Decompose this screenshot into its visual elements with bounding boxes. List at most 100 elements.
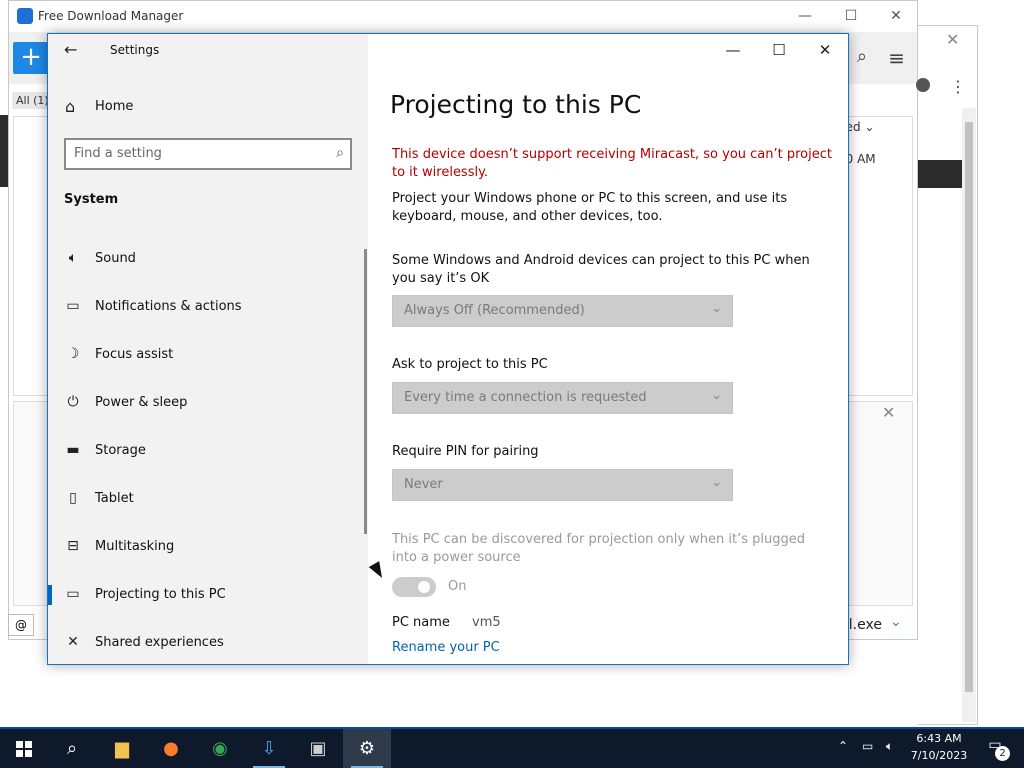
shared-experiences-icon: ✕ [67, 634, 79, 650]
background-close-icon[interactable]: ✕ [946, 30, 959, 49]
background-dark-strip [0, 115, 8, 187]
dropdown-value: Every time a connection is requested [404, 390, 647, 405]
fdm-titlebar[interactable]: Free Download Manager — ☐ ✕ [9, 1, 917, 32]
sidebar-item-label: Focus assist [95, 347, 174, 362]
fdm-search-icon[interactable]: ⌕ [857, 46, 867, 67]
chrome-icon[interactable]: ◉ [196, 729, 244, 768]
notification-count-badge: 2 [995, 746, 1010, 761]
sidebar-item-label: Projecting to this PC [95, 587, 226, 602]
clock-time[interactable]: 6:43 AM [900, 732, 978, 745]
search-input[interactable] [74, 146, 324, 161]
settings-content: — ☐ ✕ Projecting to this PC This device … [368, 34, 848, 664]
maximize-icon[interactable]: ☐ [764, 40, 794, 60]
speaker-icon: 🔈︎ [68, 250, 78, 266]
package-icon[interactable]: ▣ [294, 729, 342, 768]
fdm-menu-icon[interactable]: ≡ [888, 46, 905, 70]
search-taskbar-icon[interactable]: ⌕ [48, 729, 96, 768]
plugged-in-toggle[interactable] [392, 577, 436, 597]
notification-icon: ▭ [66, 298, 80, 314]
chevron-down-icon: ⌄ [711, 301, 722, 316]
free-download-manager-icon[interactable]: ⇩ [245, 729, 293, 768]
miracast-error-text: This device doesn’t support receiving Mi… [392, 147, 832, 180]
require-pin-dropdown[interactable]: Never ⌄ [392, 469, 733, 501]
fdm-title: Free Download Manager [38, 9, 184, 23]
dropdown-value: Always Off (Recommended) [404, 303, 585, 318]
fdm-maximize-icon[interactable]: ☐ [828, 5, 874, 27]
description-text: Project your Windows phone or PC to this… [392, 191, 788, 224]
search-icon[interactable]: ⌕ [336, 145, 344, 161]
sidebar-item-projecting[interactable]: ▭ Projecting to this PC [48, 573, 368, 617]
pc-name-label: PC name [392, 615, 450, 630]
more-options-icon[interactable]: ⋮ [950, 77, 966, 96]
back-arrow-icon[interactable]: ← [64, 40, 77, 59]
sidebar-item-home[interactable]: ⌂ Home [48, 90, 368, 124]
sidebar-item-label: Notifications & actions [95, 299, 242, 314]
sidebar-item-tablet[interactable]: ▯ Tablet [48, 477, 368, 521]
ask-to-project-dropdown[interactable]: Every time a connection is requested ⌄ [392, 382, 733, 414]
fdm-bottom-close-icon[interactable]: ✕ [882, 403, 895, 422]
avatar-icon[interactable] [916, 78, 930, 92]
home-icon: ⌂ [65, 97, 76, 116]
sidebar-scrollbar[interactable] [364, 249, 367, 534]
chevron-down-icon: ⌄ [711, 388, 722, 403]
sidebar-item-label: Power & sleep [95, 395, 188, 410]
file-explorer-icon[interactable]: ▆ [98, 729, 146, 768]
ask-to-project-label: Ask to project to this PC [392, 357, 548, 372]
toggle-knob [418, 581, 430, 593]
chevron-down-icon: ⌄ [711, 475, 722, 490]
fdm-add-download-button[interactable]: + [13, 42, 49, 74]
project-permission-label: Some Windows and Android devices can pro… [392, 253, 810, 286]
require-pin-label: Require PIN for pairing [392, 444, 539, 459]
projecting-icon: ▭ [66, 586, 80, 602]
plugged-in-text: This PC can be discovered for projection… [392, 532, 806, 565]
fdm-app-icon [17, 8, 33, 24]
moon-icon: ☽ [66, 346, 80, 362]
close-icon[interactable]: ✕ [810, 40, 840, 60]
minimize-icon[interactable]: — [718, 40, 748, 60]
sidebar-item-focus-assist[interactable]: ☽ Focus assist [48, 333, 368, 377]
sidebar-item-power-sleep[interactable]: ⏻ Power & sleep [48, 381, 368, 425]
background-dark-strip [918, 160, 962, 188]
start-button[interactable] [0, 729, 48, 768]
windows-logo-icon [16, 741, 32, 757]
tray-overflow-icon[interactable]: ⌃ [838, 739, 848, 753]
sidebar-item-shared-experiences[interactable]: ✕ Shared experiences [48, 621, 368, 665]
rename-pc-link[interactable]: Rename your PC [392, 640, 500, 655]
tablet-icon: ▯ [69, 490, 77, 506]
volume-muted-icon[interactable]: 🔈︎ [886, 739, 893, 754]
project-permission-dropdown[interactable]: Always Off (Recommended) ⌄ [392, 295, 733, 327]
sidebar-item-label: Sound [95, 251, 136, 266]
settings-window: ← Settings ⌂ Home ⌕ System 🔈︎ Sound ▭ No… [47, 33, 849, 665]
section-heading-system: System [64, 192, 119, 207]
fdm-close-icon[interactable]: ✕ [873, 5, 919, 27]
clock-date[interactable]: 7/10/2023 [900, 749, 978, 762]
settings-sidebar: ← Settings ⌂ Home ⌕ System 🔈︎ Sound ▭ No… [48, 34, 368, 664]
page-title: Projecting to this PC [390, 90, 642, 119]
dropdown-value: Never [404, 477, 443, 492]
background-scrollbar-thumb[interactable] [965, 122, 973, 692]
network-icon[interactable]: ▭ [862, 739, 873, 753]
sidebar-item-notifications[interactable]: ▭ Notifications & actions [48, 285, 368, 329]
firefox-icon[interactable]: ● [147, 729, 195, 768]
fdm-minimize-icon[interactable]: — [782, 5, 828, 27]
power-icon: ⏻ [67, 394, 79, 410]
sidebar-item-label: Home [95, 99, 134, 114]
fdm-status-chevron-icon[interactable]: ⌄ [890, 614, 902, 630]
settings-gear-icon[interactable]: ⚙ [343, 729, 391, 768]
pc-name-value: vm5 [472, 615, 501, 630]
sidebar-item-storage[interactable]: ▬ Storage [48, 429, 368, 473]
sidebar-item-label: Tablet [95, 491, 134, 506]
multitasking-icon: ⊟ [67, 538, 79, 554]
sidebar-item-multitasking[interactable]: ⊟ Multitasking [48, 525, 368, 569]
toggle-label: On [448, 579, 467, 594]
sidebar-item-label: Multitasking [95, 539, 175, 554]
storage-icon: ▬ [66, 442, 80, 458]
search-box[interactable]: ⌕ [64, 138, 352, 170]
sidebar-item-label: Storage [95, 443, 146, 458]
active-indicator [48, 585, 52, 605]
settings-title: Settings [110, 43, 160, 57]
sidebar-item-label: Shared experiences [95, 635, 224, 650]
fdm-snail-icon[interactable]: @ [8, 614, 34, 636]
taskbar: ⌕ ▆ ● ◉ ⇩ ▣ ⚙ ⌃ ▭ 🔈︎ 6:43 AM 7/10/2023 ▭… [0, 729, 1024, 768]
sidebar-item-sound[interactable]: 🔈︎ Sound [48, 237, 368, 281]
